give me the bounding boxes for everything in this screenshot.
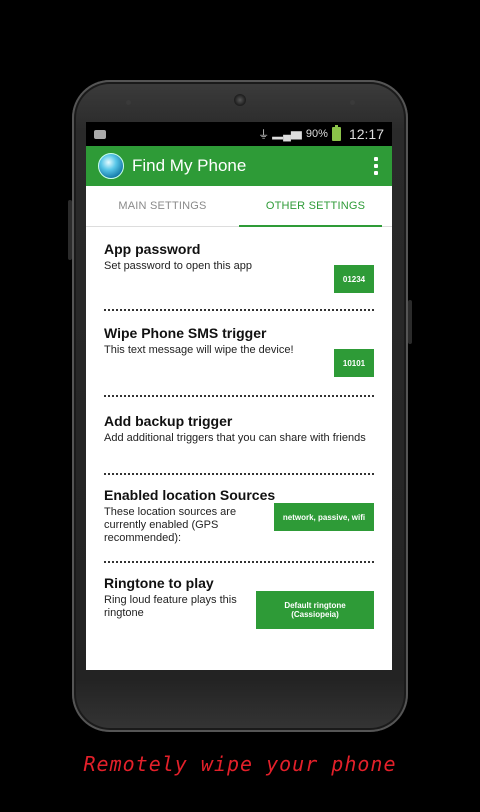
tab-main-settings[interactable]: MAIN SETTINGS <box>86 186 239 226</box>
tab-other-settings[interactable]: OTHER SETTINGS <box>239 186 392 226</box>
app-title: Find My Phone <box>132 156 247 175</box>
setting-app-password[interactable]: App password Set password to open this a… <box>104 227 374 311</box>
setting-location-sources[interactable]: Enabled location Sources These location … <box>104 475 374 563</box>
setting-description: Add additional triggers that you can sha… <box>104 432 366 444</box>
setting-wipe-sms-trigger[interactable]: Wipe Phone SMS trigger This text message… <box>104 311 374 397</box>
app-bar: Find My Phone <box>86 146 392 186</box>
settings-tabs: MAIN SETTINGS OTHER SETTINGS <box>86 186 392 227</box>
settings-list: App password Set password to open this a… <box>86 227 392 659</box>
setting-title: Ringtone to play <box>104 575 214 591</box>
app-globe-icon[interactable] <box>98 153 124 179</box>
sensor-dot <box>350 100 355 105</box>
setting-description: These location sources are currently ena… <box>104 506 237 544</box>
overflow-menu-icon[interactable] <box>370 153 382 179</box>
setting-backup-trigger[interactable]: Add backup trigger Add additional trigge… <box>104 397 374 475</box>
status-bar: ⏚ ▂▄▆ 90% 12:17 <box>86 122 392 146</box>
battery-percent: 90% <box>305 128 328 140</box>
promo-caption: Remotely wipe your phone <box>83 752 397 776</box>
signal-icon: ⏚ ▂▄▆ <box>258 129 302 141</box>
power-button <box>408 300 412 344</box>
location-sources-button[interactable]: network, passive, wifi <box>274 503 374 531</box>
status-clock: 12:17 <box>348 126 384 142</box>
setting-description: Ring loud feature plays this ringtone <box>104 594 237 619</box>
ringtone-button[interactable]: Default ringtone (Cassiopeia) <box>256 591 374 629</box>
setting-title: Add backup trigger <box>104 413 233 429</box>
volume-button <box>68 200 72 260</box>
setting-title: App password <box>104 241 201 257</box>
battery-icon <box>331 125 341 141</box>
screen: ⏚ ▂▄▆ 90% 12:17 Find My Phone MAIN SETTI… <box>86 122 392 670</box>
sensor-dot <box>126 100 131 105</box>
setting-title: Enabled location Sources <box>104 487 276 503</box>
setting-title: Wipe Phone SMS trigger <box>104 325 267 341</box>
message-notification-icon <box>94 129 106 139</box>
setting-ringtone[interactable]: Ringtone to play Ring loud feature plays… <box>104 563 374 659</box>
wipe-trigger-value-button[interactable]: 10101 <box>334 349 374 377</box>
password-value-button[interactable]: 01234 <box>334 265 374 293</box>
front-camera <box>234 94 246 106</box>
